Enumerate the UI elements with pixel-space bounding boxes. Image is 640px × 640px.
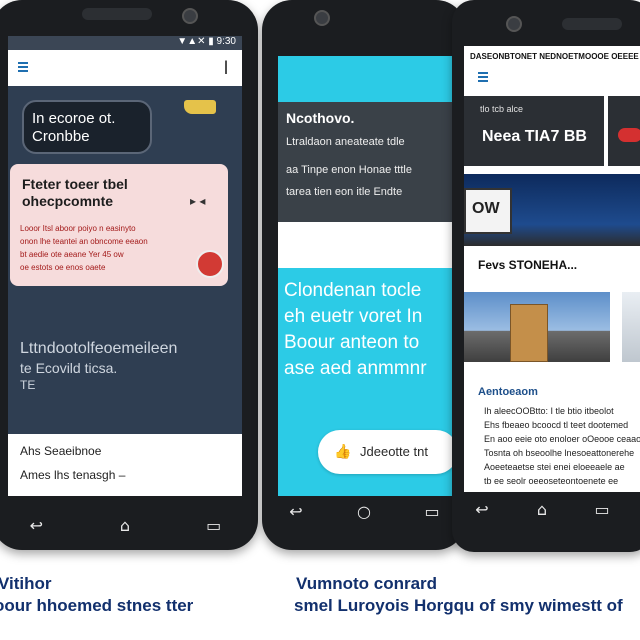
subtitle-line: Ltraldaon aneateate tdle — [286, 136, 405, 148]
app-bar: l — [8, 50, 242, 86]
phone-left-speaker — [82, 8, 152, 20]
phone-middle-screen: Ncothovo. Ltraldaon aneateate tdle aa Ti… — [278, 56, 454, 496]
hamburger-icon[interactable] — [478, 72, 488, 82]
phone-middle-camera — [314, 10, 330, 26]
feature-card-caption: tlo tcb alce — [480, 104, 524, 114]
hero-line: ase aed anmmnr — [284, 358, 427, 379]
article-line: Aoeeteaetse stei enei eloeeaele ae — [484, 462, 625, 472]
caption-left-line1: Vitihor — [0, 574, 52, 593]
building-shape — [510, 304, 548, 362]
message-card-title: Fteter toeer tbel ohecpcomnte — [22, 176, 128, 209]
hero-line: eh euetr voret In — [284, 306, 423, 327]
subtitle-line: aa Tinpe enon Honae tttle — [286, 164, 412, 176]
page-header: DASEONBTONET NEDNOETMOOOE OEEEE — [470, 52, 639, 61]
status-bar: ▼▲✕ ▮ 9:30 — [8, 36, 242, 50]
hero-line: Clondenan tocle — [284, 280, 422, 301]
status-icons: ▼▲✕ ▮ 9:30 — [177, 36, 236, 47]
phone-left: ▼▲✕ ▮ 9:30 l In ecoroe ot. Cronbbe Ftete… — [0, 0, 258, 550]
phone-right-camera — [506, 16, 522, 32]
note-line: TE — [20, 378, 36, 392]
caption-right-line1: Vumnoto conrard — [296, 574, 438, 593]
chat-pill[interactable]: In ecoroe ot. Cronbbe — [22, 100, 152, 154]
article-line: Ehs fbeaeo bcoocd tl teet dootemed — [484, 420, 629, 430]
chat-pill-text: In ecoroe ot. Cronbbe — [32, 110, 116, 145]
back-icon[interactable]: ↩ — [24, 518, 48, 534]
page-title: Ncothovo. — [286, 110, 355, 126]
thumbnail-second[interactable] — [622, 292, 640, 362]
back-icon[interactable]: ↩ — [470, 502, 494, 518]
article-line: tb ee seolr oeeoseteontoenete ee — [484, 476, 619, 486]
phone-middle: Ncothovo. Ltraldaon aneateate tdle aa Ti… — [262, 0, 466, 550]
tag-icon — [184, 100, 216, 114]
article-line: En aoo eeie oto enoloer oOeooe ceaaoue — [484, 434, 640, 444]
phone-right-speaker — [562, 18, 622, 30]
phone-middle-nav-bar: ↩ ○ ▭ — [262, 492, 466, 532]
note-line: te Ecovild ticsa. — [20, 360, 118, 376]
home-icon[interactable]: ⌂ — [113, 518, 137, 534]
message-card[interactable]: Fteter toeer tbel ohecpcomnte ▸ ◂ Looor … — [10, 164, 228, 286]
recents-icon[interactable]: ▭ — [420, 504, 444, 520]
card-body-line: bt aedie ote aeane Yer 45 ow — [20, 250, 124, 259]
article-heading: Aentoeaom — [478, 386, 538, 398]
footer-line[interactable]: Ames lhs tenasgh – — [20, 468, 125, 482]
card-body-line: onon lhe teantei an obncome eeaon — [20, 237, 148, 246]
thumbnail-building[interactable] — [464, 292, 610, 362]
recents-icon[interactable]: ▭ — [202, 518, 226, 534]
footer-line[interactable]: Ahs Seaeibnoe — [20, 444, 101, 458]
card-body-line: oe estots oe enos oaete — [20, 263, 106, 272]
feature-card[interactable]: tlo tcb alce Neea TIA7 BB — [464, 96, 604, 166]
more-icon[interactable]: ▸ ◂ — [190, 194, 205, 208]
phone-right-screen: DASEONBTONET NEDNOETMOOOE OEEEE tlo tcb … — [464, 46, 640, 492]
phone-right: DASEONBTONET NEDNOETMOOOE OEEEE tlo tcb … — [452, 0, 640, 552]
subtitle-line: tarea tien eon itle Endte — [286, 186, 403, 198]
hero-line: Boour anteon to — [284, 332, 420, 353]
home-icon[interactable]: ○ — [352, 504, 376, 520]
hamburger-icon[interactable] — [18, 62, 28, 72]
avatar — [196, 250, 224, 278]
side-card[interactable] — [608, 96, 640, 166]
recents-icon[interactable]: ▭ — [590, 502, 614, 518]
hero-image: OW — [464, 174, 640, 246]
back-icon[interactable]: ↩ — [284, 504, 308, 520]
phone-left-camera — [182, 8, 198, 24]
action-button[interactable]: 👍 Jdeeotte tnt — [318, 430, 454, 474]
article-line: Ih aleecOOBtto: I tle btio itbeolot — [484, 406, 614, 416]
phone-right-nav-bar: ↩ ⌂ ▭ — [452, 490, 632, 530]
article-line: Tosnta oh bseoolhe lnesoeattonerehe — [484, 448, 635, 458]
toggle-icon — [618, 128, 640, 142]
image-badge: OW — [464, 188, 512, 234]
feature-card-title: Neea TIA7 BB — [482, 128, 587, 145]
phone-left-screen: ▼▲✕ ▮ 9:30 l In ecoroe ot. Cronbbe Ftete… — [8, 36, 242, 496]
top-accent-bar — [278, 56, 454, 102]
app-bar-action[interactable]: l — [224, 58, 228, 79]
section-title: Fevs STONEHA... — [478, 258, 578, 272]
home-icon[interactable]: ⌂ — [530, 502, 554, 518]
image-badge-text: OW — [472, 200, 500, 217]
hero-panel: Clondenan tocle eh euetr voret In Boour … — [278, 268, 454, 496]
dark-header: Ncothovo. Ltraldaon aneateate tdle aa Ti… — [278, 102, 454, 222]
thumbs-up-icon: 👍 — [334, 443, 352, 459]
note-line: Lttndootolfeoemeileen — [20, 340, 178, 357]
caption-right-line2: smel Luroyois Horgqu of smy wimestt of — [294, 596, 623, 615]
footer-panel: Ahs Seaeibnoe Ames lhs tenasgh – — [8, 434, 242, 496]
card-body-line: Looor Itsl aboor poiyo n easinyto — [20, 224, 136, 233]
caption-left-line2: oour hhoemed stnes tter — [0, 596, 194, 615]
action-button-label: Jdeeotte tnt — [360, 444, 428, 459]
phone-left-nav-bar: ↩ ⌂ ▭ — [0, 506, 258, 546]
